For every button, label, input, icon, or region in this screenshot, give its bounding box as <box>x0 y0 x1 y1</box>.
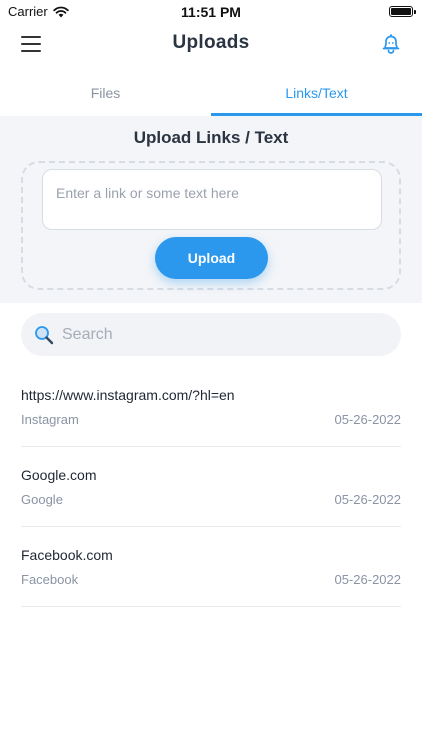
item-source: Facebook <box>21 572 79 587</box>
item-title: Facebook.com <box>21 547 113 563</box>
search-input[interactable]: Search <box>21 313 401 356</box>
tab-files[interactable]: Files <box>0 70 211 116</box>
item-title: https://www.instagram.com/?hl=en <box>21 387 235 403</box>
battery-icon <box>389 6 416 17</box>
status-bar: Carrier 11:51 PM <box>0 0 422 24</box>
list-item[interactable]: https://www.instagram.com/?hl=en Instagr… <box>21 367 401 447</box>
item-title: Google.com <box>21 467 97 483</box>
upload-panel: Upload Links / Text Enter a link or some… <box>0 116 422 303</box>
item-date: 05-26-2022 <box>334 412 402 427</box>
tab-bar: Files Links/Text <box>0 70 422 116</box>
tab-links-text[interactable]: Links/Text <box>211 70 422 116</box>
search-placeholder: Search <box>62 325 113 343</box>
bell-icon[interactable] <box>380 33 402 55</box>
upload-drop-zone: Enter a link or some text here Upload <box>21 161 401 290</box>
item-date: 05-26-2022 <box>334 492 402 507</box>
item-source: Instagram <box>21 412 79 427</box>
list-item[interactable]: Google.com Google 05-26-2022 <box>21 447 401 527</box>
nav-bar: Uploads <box>0 24 422 64</box>
upload-title: Upload Links / Text <box>133 128 289 147</box>
upload-button[interactable]: Upload <box>155 237 268 279</box>
link-text-input[interactable]: Enter a link or some text here <box>42 169 382 230</box>
search-icon <box>35 325 54 344</box>
page-title: Uploads <box>172 32 250 53</box>
item-source: Google <box>21 492 63 507</box>
upload-list: https://www.instagram.com/?hl=en Instagr… <box>21 367 401 607</box>
status-time: 11:51 PM <box>181 4 241 20</box>
list-item[interactable]: Facebook.com Facebook 05-26-2022 <box>21 527 401 607</box>
item-date: 05-26-2022 <box>334 572 402 587</box>
